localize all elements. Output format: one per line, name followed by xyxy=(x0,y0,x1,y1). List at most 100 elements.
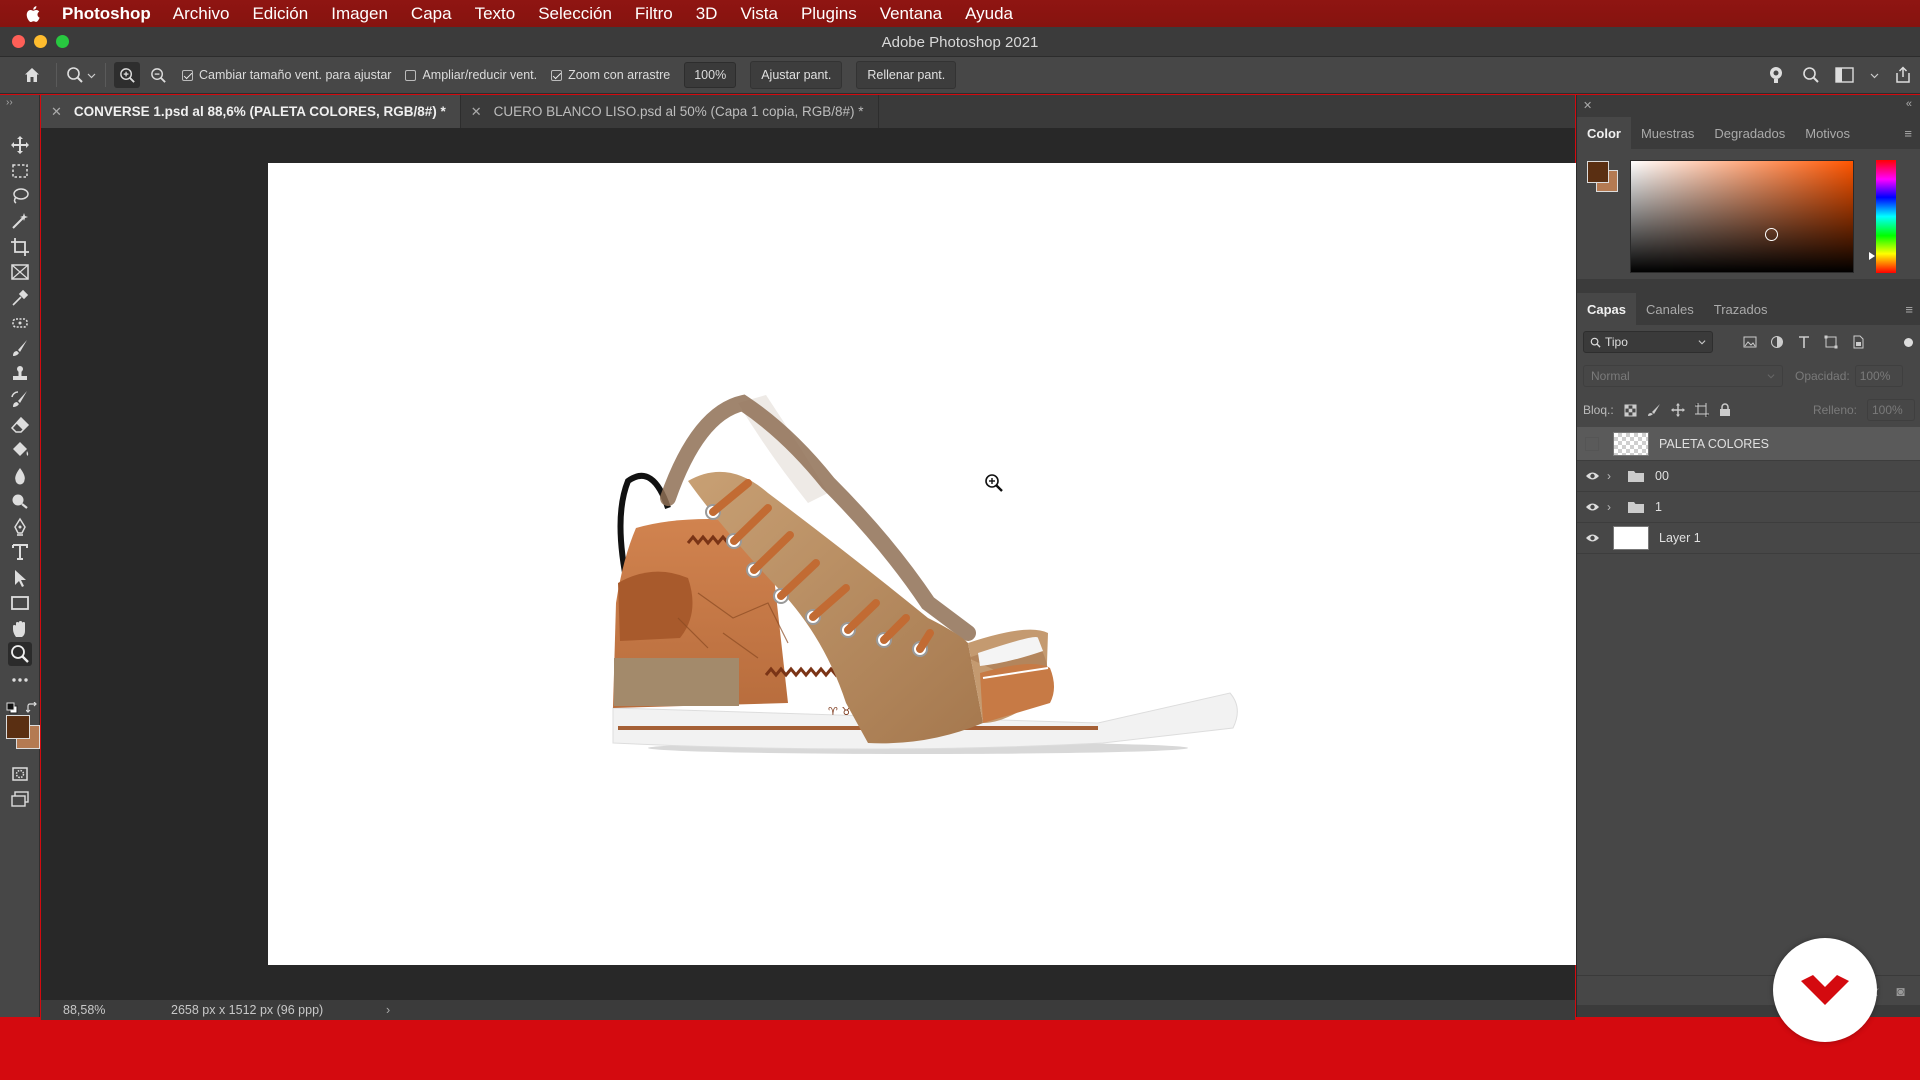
checkbox-unchecked-icon[interactable] xyxy=(405,69,417,81)
workspace-icon[interactable] xyxy=(1835,66,1855,84)
tab-degradados[interactable]: Degradados xyxy=(1704,117,1795,149)
app-menu[interactable]: Photoshop xyxy=(62,4,151,24)
lock-artboard-icon[interactable] xyxy=(1694,403,1709,417)
blur-tool-icon[interactable] xyxy=(8,464,32,488)
menu-edicion[interactable]: Edición xyxy=(252,4,308,24)
dodge-tool-icon[interactable] xyxy=(8,489,32,513)
foreground-color-swatch[interactable] xyxy=(1587,161,1609,183)
menu-ventana[interactable]: Ventana xyxy=(880,4,942,24)
paint-bucket-tool-icon[interactable] xyxy=(8,438,32,462)
zoom-all-windows-checkbox[interactable]: Ampliar/reducir vent. xyxy=(405,68,537,82)
layer-row[interactable]: Layer 1 xyxy=(1577,523,1920,554)
foreground-color-swatch[interactable] xyxy=(6,715,30,739)
chevron-down-icon[interactable] xyxy=(1870,71,1879,80)
share-learn-icon[interactable] xyxy=(1767,65,1787,85)
apple-menu-icon[interactable] xyxy=(24,4,44,24)
close-icon[interactable]: ✕ xyxy=(471,104,482,120)
search-icon[interactable] xyxy=(1802,66,1820,84)
path-selection-tool-icon[interactable] xyxy=(8,566,32,590)
tab-muestras[interactable]: Muestras xyxy=(1631,117,1704,149)
chevron-right-icon[interactable]: › xyxy=(1607,500,1621,514)
canvas-area[interactable]: ♈ ♉ ♊ ♋ ♍ ♎ xyxy=(41,128,1576,1002)
hue-slider[interactable] xyxy=(1876,160,1896,273)
collapse-icon[interactable]: « xyxy=(1906,98,1912,110)
menu-capa[interactable]: Capa xyxy=(411,4,452,24)
color-picker-marker[interactable] xyxy=(1765,228,1778,241)
marquee-tool-icon[interactable] xyxy=(8,159,32,183)
brush-tool-icon[interactable] xyxy=(8,336,32,360)
saturation-brightness-picker[interactable] xyxy=(1630,160,1854,273)
zoom-percent-field[interactable]: 100% xyxy=(684,62,737,88)
lock-position-icon[interactable] xyxy=(1670,403,1685,417)
menu-archivo[interactable]: Archivo xyxy=(173,4,230,24)
menu-vista[interactable]: Vista xyxy=(740,4,778,24)
document-tab-converse[interactable]: ✕ CONVERSE 1.psd al 88,6% (PALETA COLORE… xyxy=(41,95,461,128)
close-icon[interactable]: ✕ xyxy=(1583,99,1592,112)
menu-imagen[interactable]: Imagen xyxy=(331,4,388,24)
magic-wand-tool-icon[interactable] xyxy=(8,209,32,233)
chevron-right-icon[interactable]: › xyxy=(1607,469,1621,483)
rectangle-tool-icon[interactable] xyxy=(8,591,32,615)
lasso-tool-icon[interactable] xyxy=(8,184,32,208)
filter-toggle-icon[interactable] xyxy=(1904,337,1913,347)
tab-capas[interactable]: Capas xyxy=(1577,293,1637,325)
lock-all-icon[interactable] xyxy=(1719,403,1731,417)
menu-3d[interactable]: 3D xyxy=(696,4,718,24)
history-brush-tool-icon[interactable] xyxy=(8,387,32,411)
hue-slider-handle[interactable] xyxy=(1869,252,1875,260)
lock-pixels-icon[interactable] xyxy=(1647,403,1661,417)
tab-motivos[interactable]: Motivos xyxy=(1795,117,1860,149)
fill-field[interactable]: 100% xyxy=(1867,399,1915,421)
zoom-out-icon[interactable] xyxy=(148,65,168,85)
checkbox-checked-icon[interactable] xyxy=(551,69,563,81)
frame-tool-icon[interactable] xyxy=(8,260,32,284)
layer-mask-icon[interactable]: ◙ xyxy=(1897,983,1905,999)
fill-screen-button[interactable]: Rellenar pant. xyxy=(856,61,957,89)
menu-ayuda[interactable]: Ayuda xyxy=(965,4,1013,24)
zoom-tool-icon[interactable] xyxy=(8,642,32,666)
resize-windows-checkbox[interactable]: Cambiar tamaño vent. para ajustar xyxy=(182,68,391,82)
shape-filter-icon[interactable] xyxy=(1824,335,1838,349)
zoom-in-icon[interactable] xyxy=(114,62,140,88)
scrubby-zoom-checkbox[interactable]: Zoom con arrastre xyxy=(551,68,670,82)
default-colors-icon[interactable] xyxy=(6,701,18,714)
screen-mode-icon[interactable] xyxy=(8,787,32,811)
quick-mask-icon[interactable] xyxy=(8,762,32,786)
status-zoom-level[interactable]: 88,58% xyxy=(41,1003,161,1017)
eyedropper-tool-icon[interactable] xyxy=(8,286,32,310)
clone-stamp-tool-icon[interactable] xyxy=(8,362,32,386)
blend-mode-select[interactable]: Normal xyxy=(1583,365,1783,387)
eye-icon[interactable] xyxy=(1577,533,1607,543)
panel-menu-icon[interactable]: ≡ xyxy=(1904,126,1912,141)
swap-colors-icon[interactable] xyxy=(25,701,38,713)
lock-transparency-icon[interactable] xyxy=(1624,404,1637,417)
more-tools-icon[interactable] xyxy=(8,668,32,692)
visibility-off-icon[interactable] xyxy=(1585,436,1599,451)
type-tool-icon[interactable] xyxy=(8,540,32,564)
home-icon[interactable] xyxy=(22,65,42,85)
eye-icon[interactable] xyxy=(1577,471,1607,481)
zoom-tool-preset-icon[interactable] xyxy=(65,65,85,85)
share-icon[interactable] xyxy=(1894,66,1912,84)
healing-brush-tool-icon[interactable] xyxy=(8,311,32,335)
document-tab-cuero[interactable]: ✕ CUERO BLANCO LISO.psd al 50% (Capa 1 c… xyxy=(461,95,879,128)
type-filter-icon[interactable] xyxy=(1797,335,1811,349)
eye-icon[interactable] xyxy=(1577,502,1607,512)
panel-menu-icon[interactable]: ≡ xyxy=(1905,302,1913,317)
layer-group-row[interactable]: › 1 xyxy=(1577,492,1920,523)
layer-row[interactable]: PALETA COLORES xyxy=(1577,427,1920,461)
hand-tool-icon[interactable] xyxy=(8,617,32,641)
expand-panel-icon[interactable]: ›› xyxy=(6,97,13,108)
adjustment-filter-icon[interactable] xyxy=(1770,335,1784,349)
opacity-field[interactable]: 100% xyxy=(1854,365,1903,387)
pen-tool-icon[interactable] xyxy=(8,515,32,539)
crop-tool-icon[interactable] xyxy=(8,235,32,259)
chevron-down-icon[interactable] xyxy=(85,65,97,85)
tab-canales[interactable]: Canales xyxy=(1636,293,1704,325)
smart-object-filter-icon[interactable] xyxy=(1851,335,1865,349)
chevron-right-icon[interactable]: › xyxy=(386,1003,390,1017)
document-canvas[interactable]: ♈ ♉ ♊ ♋ ♍ ♎ xyxy=(268,163,1576,965)
layer-filter-select[interactable]: Tipo xyxy=(1583,331,1713,353)
image-filter-icon[interactable] xyxy=(1743,335,1757,349)
menu-seleccion[interactable]: Selección xyxy=(538,4,612,24)
